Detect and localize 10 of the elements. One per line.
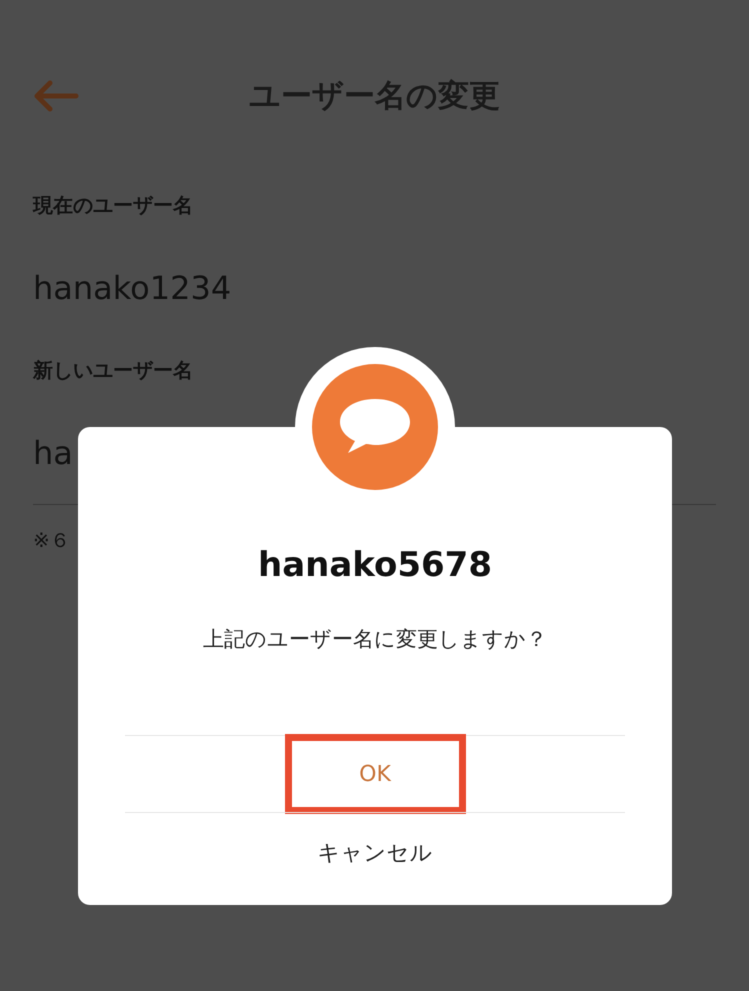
dialog-message: 上記のユーザー名に変更しますか？ (203, 626, 547, 653)
field-label: 現在のユーザー名 (33, 192, 193, 219)
ok-button[interactable]: OK (125, 736, 625, 812)
username-field[interactable]: ha (33, 434, 73, 472)
note-text: ※６ (33, 527, 70, 554)
back-arrow-icon[interactable] (32, 80, 80, 112)
dialog-title: hanako5678 (258, 545, 492, 585)
cancel-button[interactable]: キャンセル (125, 812, 625, 892)
current-username: hanako1234 (33, 269, 232, 307)
field-label: 新しいユーザー名 (33, 357, 193, 384)
